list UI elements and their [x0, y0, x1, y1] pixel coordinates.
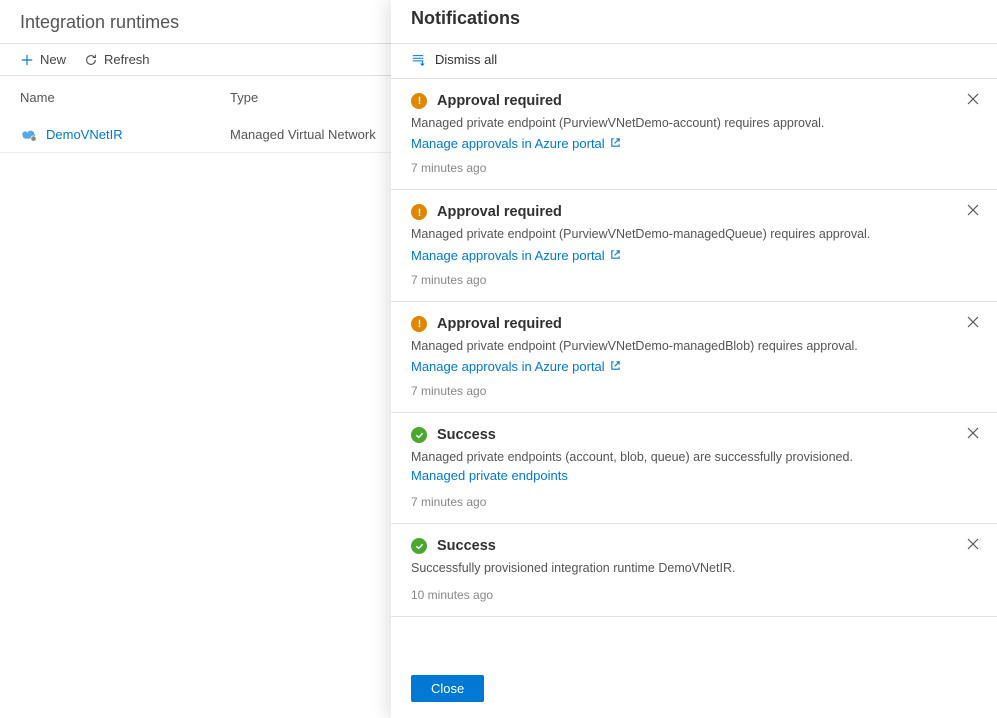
notification-description: Successfully provisioned integration run… — [411, 560, 977, 578]
notifications-panel: Notifications Dismiss all Approval requi… — [391, 0, 997, 718]
close-button[interactable]: Close — [411, 675, 484, 702]
refresh-label: Refresh — [104, 52, 150, 67]
close-icon — [967, 204, 979, 219]
notification-time: 7 minutes ago — [411, 161, 977, 175]
warning-icon — [411, 93, 427, 109]
external-link-icon — [610, 359, 621, 374]
notification-title: Approval required — [437, 316, 562, 332]
notification-item: Approval required Managed private endpoin… — [391, 79, 997, 191]
panel-title: Notifications — [391, 0, 997, 43]
notification-close-button[interactable] — [963, 534, 983, 557]
notification-close-button[interactable] — [963, 312, 983, 335]
notification-close-button[interactable] — [963, 89, 983, 112]
notification-title: Approval required — [437, 204, 562, 220]
notification-item: Approval required Managed private endpoin… — [391, 190, 997, 302]
external-link-icon — [610, 136, 621, 151]
runtime-type: Managed Virtual Network — [230, 127, 376, 142]
refresh-button[interactable]: Refresh — [84, 52, 150, 67]
notification-item: Approval required Managed private endpoin… — [391, 302, 997, 414]
dismiss-all-button[interactable]: Dismiss all — [411, 52, 497, 67]
runtime-link[interactable]: DemoVNetIR — [46, 127, 123, 142]
dismiss-all-label: Dismiss all — [435, 52, 497, 67]
cloud-icon — [20, 128, 38, 142]
notification-close-button[interactable] — [963, 200, 983, 223]
notification-link[interactable]: Manage approvals in Azure portal — [411, 136, 621, 151]
new-button[interactable]: New — [20, 52, 66, 67]
notification-item: Success Managed private endpoints (accoun… — [391, 413, 997, 524]
external-link-icon — [610, 248, 621, 263]
notification-description: Managed private endpoint (PurviewVNetDem… — [411, 115, 977, 133]
new-label: New — [40, 52, 66, 67]
notification-description: Managed private endpoint (PurviewVNetDem… — [411, 226, 977, 244]
notification-link[interactable]: Manage approvals in Azure portal — [411, 248, 621, 263]
notification-time: 7 minutes ago — [411, 384, 977, 398]
notification-list: Approval required Managed private endpoin… — [391, 79, 997, 664]
notification-item: Success Successfully provisioned integrat… — [391, 524, 997, 617]
notification-time: 7 minutes ago — [411, 495, 977, 509]
close-icon — [967, 93, 979, 108]
close-icon — [967, 538, 979, 553]
warning-icon — [411, 316, 427, 332]
dismiss-all-icon — [411, 53, 425, 67]
notification-description: Managed private endpoints (account, blob… — [411, 449, 977, 485]
notification-title: Success — [437, 538, 496, 554]
notification-time: 7 minutes ago — [411, 273, 977, 287]
close-icon — [967, 427, 979, 442]
close-icon — [967, 316, 979, 331]
notification-time: 10 minutes ago — [411, 588, 977, 602]
notification-link[interactable]: Managed private endpoints — [411, 467, 568, 485]
success-icon — [411, 538, 427, 554]
notification-title: Success — [437, 427, 496, 443]
warning-icon — [411, 204, 427, 220]
notification-description: Managed private endpoint (PurviewVNetDem… — [411, 338, 977, 356]
refresh-icon — [84, 53, 98, 67]
notification-link[interactable]: Manage approvals in Azure portal — [411, 359, 621, 374]
notification-title: Approval required — [437, 93, 562, 109]
column-name: Name — [20, 90, 230, 105]
success-icon — [411, 427, 427, 443]
plus-icon — [20, 53, 34, 67]
notification-close-button[interactable] — [963, 423, 983, 446]
